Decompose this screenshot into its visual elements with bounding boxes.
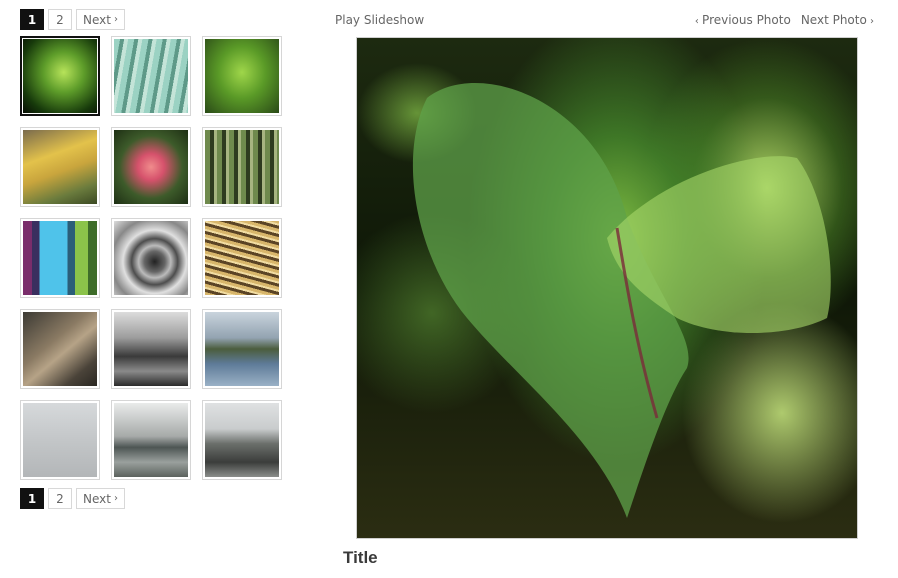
thumbnail-10[interactable] [20,309,100,389]
photo-title: Title [343,548,378,567]
previous-photo-label: Previous Photo [702,13,791,27]
next-photo-link[interactable]: Next Photo › [801,13,874,27]
next-photo-label: Next Photo [800,13,867,27]
thumbnail-image [114,312,188,386]
thumbnail-15[interactable] [202,400,282,480]
thumbnail-4[interactable] [20,127,100,207]
chevron-right-icon: › [113,14,118,25]
next-page-button[interactable]: Next › [76,488,125,509]
thumbnail-image [23,39,97,113]
thumbnail-14[interactable] [111,400,191,480]
chevron-right-icon: › [866,16,874,27]
thumbnail-image [205,221,279,295]
thumbnail-image [23,130,97,204]
leaf-photo-image [357,38,857,538]
thumbnail-image [205,312,279,386]
thumbnail-11[interactable] [111,309,191,389]
chevron-right-icon: › [113,493,118,504]
thumbnail-image [23,403,97,477]
thumbnail-image [114,130,188,204]
thumbnail-image [23,312,97,386]
thumbnail-image [114,221,188,295]
page-1-button[interactable]: 1 [20,488,44,509]
thumbnail-13[interactable] [20,400,100,480]
thumbnail-2[interactable] [111,36,191,116]
leaf-illustration [412,83,831,518]
thumbnail-image [205,403,279,477]
thumbnail-image [205,39,279,113]
thumbnail-image [23,221,97,295]
thumbnail-5[interactable] [111,127,191,207]
thumbnail-12[interactable] [202,309,282,389]
chevron-left-icon: ‹ [694,16,703,27]
thumbnail-image [114,39,188,113]
thumbnail-7[interactable] [20,218,100,298]
pagination-top: 1 2 Next › [20,9,125,30]
thumbnail-9[interactable] [202,218,282,298]
thumbnail-1[interactable] [20,36,100,116]
next-page-button[interactable]: Next › [76,9,125,30]
page-2-button[interactable]: 2 [48,488,72,509]
thumbnail-image [205,130,279,204]
pagination-bottom: 1 2 Next › [20,488,125,509]
previous-photo-link[interactable]: ‹ Previous Photo [695,13,791,27]
photo-navigation: ‹ Previous Photo Next Photo › [695,13,874,27]
page-1-button[interactable]: 1 [20,9,44,30]
next-page-label: Next [83,12,111,27]
main-photo[interactable] [356,37,858,539]
thumbnail-image [114,403,188,477]
play-slideshow-link[interactable]: Play Slideshow [335,13,424,27]
thumbnail-6[interactable] [202,127,282,207]
thumbnail-8[interactable] [111,218,191,298]
thumbnail-3[interactable] [202,36,282,116]
page-2-button[interactable]: 2 [48,9,72,30]
next-page-label: Next [83,491,111,506]
